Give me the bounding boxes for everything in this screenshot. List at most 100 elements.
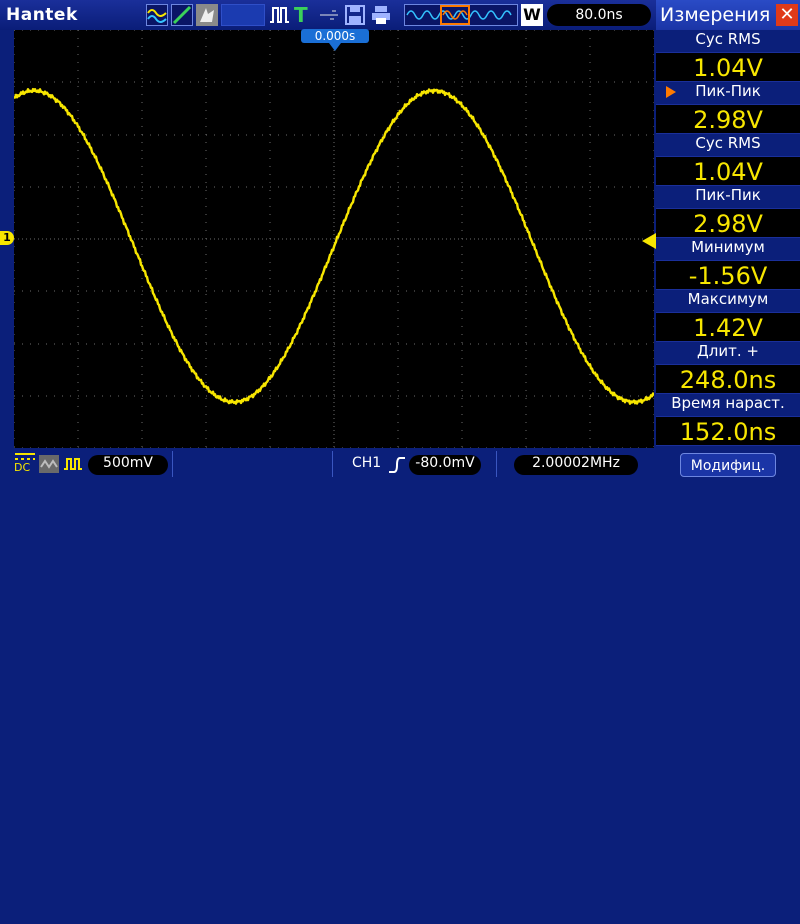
timebase-readout[interactable]: 80.0ns [547, 4, 651, 26]
grid-dot [77, 326, 79, 327]
trigger-position-marker[interactable] [329, 43, 341, 51]
measurement-value[interactable]: -1.56V [656, 260, 800, 290]
display-vectors-icon[interactable] [171, 4, 193, 26]
grid-dot [110, 290, 111, 292]
bandwidth-limit-icon[interactable] [39, 455, 59, 473]
measurement-value[interactable]: 2.98V [656, 208, 800, 238]
grid-dot [366, 290, 367, 292]
measurement-value[interactable]: 1.04V [656, 52, 800, 82]
coupling-indicator[interactable] [14, 902, 34, 924]
frequency-readout: 2.00002MHz [514, 455, 638, 475]
grid-dot [270, 343, 271, 345]
grid-dot [78, 395, 79, 397]
grid-dot [397, 326, 399, 327]
print-icon[interactable] [370, 4, 392, 26]
grid-dot [77, 382, 79, 383]
grid-dot [653, 38, 655, 39]
trigger-position-readout[interactable]: 0.000s [301, 29, 369, 43]
acquire-mode-icon[interactable] [146, 4, 168, 26]
waveform-display[interactable] [13, 29, 656, 449]
grid-dot [270, 81, 271, 83]
grid-dot [550, 134, 551, 136]
grid-dot [77, 374, 79, 375]
grid-dot [302, 81, 303, 83]
grid-dot [589, 206, 591, 207]
memory-overview[interactable] [404, 4, 518, 26]
grid-dot [614, 343, 615, 345]
grid-dot [286, 81, 287, 83]
grid-dot [438, 81, 439, 83]
grid-dot [525, 382, 527, 383]
grid-dot [397, 374, 399, 375]
rising-edge-icon[interactable] [388, 455, 406, 475]
grid-dot [310, 134, 311, 136]
grid-dot [397, 54, 399, 55]
grid-dot [150, 290, 151, 292]
grid-dot [22, 186, 23, 188]
grid-dot [461, 94, 463, 95]
grid-dot [77, 110, 79, 111]
grid-dot [198, 81, 199, 83]
trigger-source-label[interactable]: CH1 [352, 455, 381, 475]
grid-dot [454, 29, 455, 31]
grid-dot [238, 395, 239, 397]
grid-dot [141, 214, 143, 215]
grid-dot [174, 186, 175, 188]
grid-dot [141, 110, 143, 111]
modify-button[interactable]: Модифиц. [680, 453, 776, 477]
grid-dot [174, 290, 175, 292]
grid-dot [13, 270, 15, 271]
grid-dot [397, 414, 399, 415]
measurement-value[interactable]: 2.98V [656, 104, 800, 134]
zoom-window-button[interactable]: W [521, 4, 543, 26]
coupling-icon[interactable]: DC [14, 452, 36, 476]
grid-dot [77, 358, 79, 359]
grid-dot [653, 46, 655, 47]
grid-dot [525, 102, 527, 103]
grid-dot [174, 29, 175, 31]
grid-dot [205, 86, 207, 87]
grid-dot [158, 29, 159, 31]
save-icon[interactable] [344, 4, 366, 26]
trigger-edge-icon[interactable] [268, 4, 290, 26]
grid-dot [342, 290, 343, 292]
grid-dot [77, 342, 79, 343]
grid-dot [206, 395, 207, 397]
grid-dot [526, 395, 527, 397]
measurement-value[interactable]: 152.0ns [656, 416, 800, 446]
grid-dot [461, 334, 463, 335]
grid-dot [397, 286, 399, 287]
grid-dot [653, 118, 655, 119]
grid-dot [525, 310, 527, 311]
grid-dot [13, 214, 15, 215]
grid-dot [246, 81, 247, 83]
grid-dot [589, 158, 591, 159]
persistence-icon[interactable] [196, 4, 218, 26]
measurement-value[interactable]: 1.04V [656, 156, 800, 186]
trigger-level-marker[interactable] [642, 233, 656, 249]
measurement-value[interactable]: 1.42V [656, 312, 800, 342]
grid-dot [205, 342, 207, 343]
measurement-value[interactable]: 248.0ns [656, 364, 800, 394]
grid-dot [646, 81, 647, 83]
grid-dot [646, 134, 647, 136]
trigger-level-readout[interactable]: -80.0mV [409, 455, 481, 475]
close-icon[interactable]: ✕ [776, 4, 798, 26]
invert-icon[interactable] [63, 455, 83, 473]
grid-dot [14, 343, 15, 345]
grid-dot [286, 134, 287, 136]
grid-dot [294, 395, 295, 397]
grid-dot [350, 186, 351, 188]
grid-dot [589, 142, 591, 143]
grid-dot [269, 222, 271, 223]
grid-dot [77, 414, 79, 415]
volts-per-div-readout[interactable]: 500mV [88, 455, 168, 475]
grid-dot [13, 438, 15, 439]
grid-dot [653, 198, 655, 199]
grid-dot [525, 110, 527, 111]
ch1-offset-marker[interactable]: 1 [0, 231, 14, 245]
grid-dot [646, 290, 647, 292]
grid-dot [13, 398, 15, 399]
grid-dot [502, 134, 503, 136]
grid-dot [141, 230, 143, 231]
